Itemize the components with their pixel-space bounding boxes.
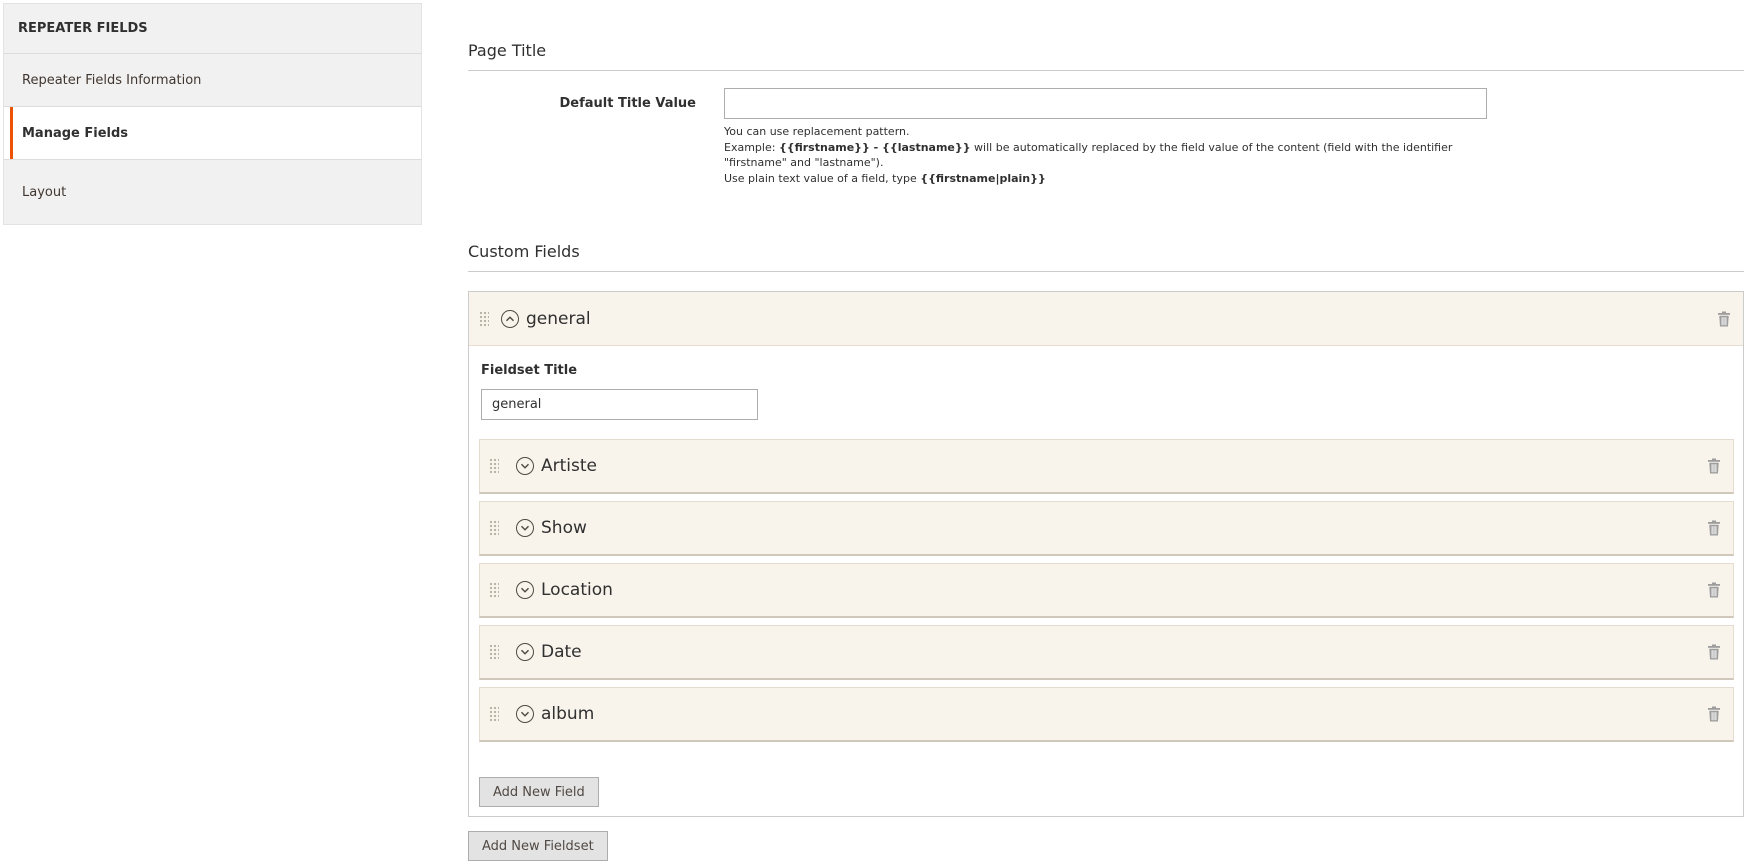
chevron-down-icon[interactable] xyxy=(516,581,534,599)
fieldset-title-input[interactable] xyxy=(481,389,758,420)
drag-handle-icon[interactable] xyxy=(489,582,499,598)
custom-fields-section: Custom Fields xyxy=(468,242,1744,272)
replacement-pattern-note: You can use replacement pattern. Example… xyxy=(724,124,1494,186)
note-line-1: You can use replacement pattern. xyxy=(724,125,910,138)
trash-icon[interactable] xyxy=(1707,644,1721,660)
field-row-location[interactable]: Location xyxy=(479,563,1734,618)
chevron-down-icon[interactable] xyxy=(516,457,534,475)
sidebar: REPEATER FIELDS Repeater Fields Informat… xyxy=(3,3,422,225)
note-line-example: Example: {{firstname}} - {{lastname}} wi… xyxy=(724,140,1494,171)
trash-icon[interactable] xyxy=(1717,311,1731,327)
drag-handle-icon[interactable] xyxy=(489,706,499,722)
field-row-album[interactable]: album xyxy=(479,687,1734,742)
drag-handle-icon[interactable] xyxy=(489,458,499,474)
add-new-field-button[interactable]: Add New Field xyxy=(479,777,599,807)
trash-icon[interactable] xyxy=(1707,458,1721,474)
drag-handle-icon[interactable] xyxy=(489,644,499,660)
field-row-date[interactable]: Date xyxy=(479,625,1734,680)
sidebar-item-manage-fields[interactable]: Manage Fields xyxy=(4,107,421,160)
note-example-prefix: Example: xyxy=(724,140,779,154)
chevron-down-icon[interactable] xyxy=(516,519,534,537)
trash-icon[interactable] xyxy=(1707,706,1721,722)
sidebar-item-layout[interactable]: Layout xyxy=(4,160,421,224)
drag-handle-icon[interactable] xyxy=(479,310,489,327)
page-title-heading: Page Title xyxy=(468,41,1744,71)
trash-icon[interactable] xyxy=(1707,520,1721,536)
default-title-label: Default Title Value xyxy=(559,96,696,111)
chevron-up-icon[interactable] xyxy=(501,309,519,328)
field-row-artiste[interactable]: Artiste xyxy=(479,439,1734,494)
trash-icon[interactable] xyxy=(1707,582,1721,598)
field-title: Show xyxy=(541,518,587,538)
field-title: Location xyxy=(541,580,613,600)
fieldset-header-title: general xyxy=(526,308,591,329)
default-title-input[interactable] xyxy=(724,88,1487,119)
fieldset-header[interactable]: general xyxy=(469,292,1743,346)
field-title: Artiste xyxy=(541,456,597,476)
page-title-section: Page Title Default Title Value You can u… xyxy=(468,41,1744,185)
custom-fields-heading: Custom Fields xyxy=(468,242,1744,272)
note-example-code: {{firstname}} - {{lastname}} xyxy=(778,140,971,154)
sidebar-item-repeater-fields-information[interactable]: Repeater Fields Information xyxy=(4,54,421,107)
note-line-plain: Use plain text value of a field, type {{… xyxy=(724,171,1494,187)
fieldset-general: general Fieldset Title Artiste Show xyxy=(468,291,1744,817)
drag-handle-icon[interactable] xyxy=(489,520,499,536)
add-new-fieldset-button[interactable]: Add New Fieldset xyxy=(468,831,608,861)
note-plain-prefix: Use plain text value of a field, type xyxy=(724,171,921,185)
sidebar-item-label: Manage Fields xyxy=(22,125,129,141)
sidebar-title: REPEATER FIELDS xyxy=(4,4,421,54)
note-plain-code: {{firstname|plain}} xyxy=(920,171,1046,185)
field-title: album xyxy=(541,704,595,724)
sidebar-item-label: Layout xyxy=(22,184,67,200)
fieldset-title-label: Fieldset Title xyxy=(481,363,578,378)
sidebar-item-label: Repeater Fields Information xyxy=(22,72,202,88)
chevron-down-icon[interactable] xyxy=(516,705,534,723)
field-row-show[interactable]: Show xyxy=(479,501,1734,556)
chevron-down-icon[interactable] xyxy=(516,643,534,661)
field-title: Date xyxy=(541,642,582,662)
